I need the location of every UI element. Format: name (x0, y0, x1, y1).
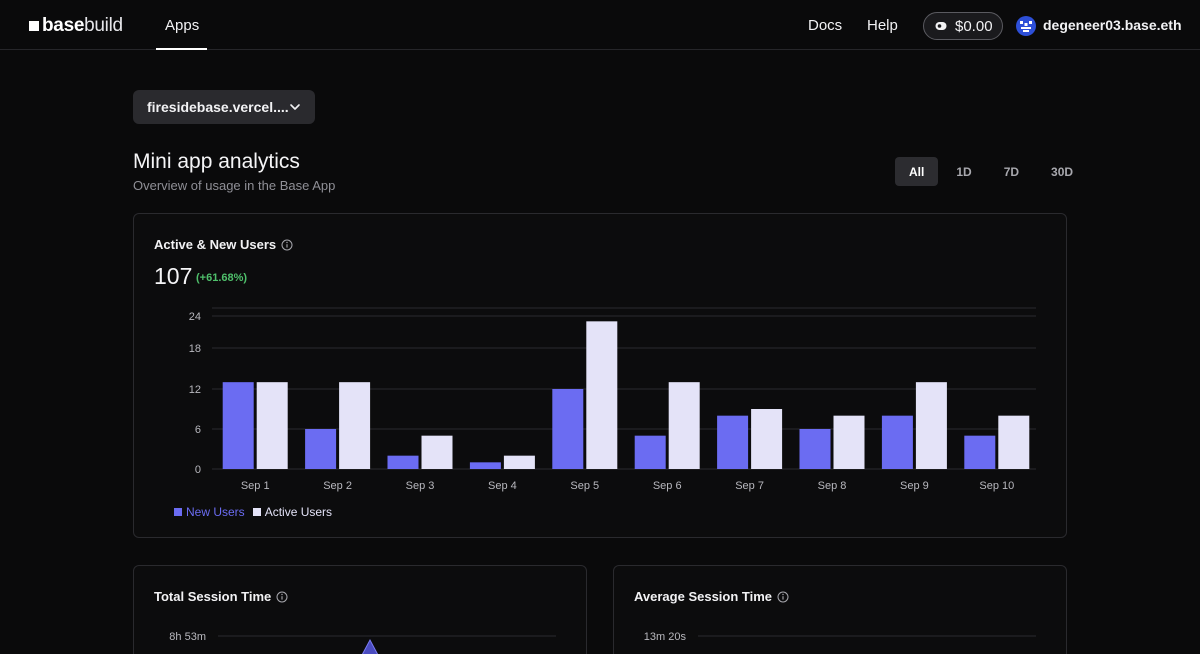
bar-active-users (833, 415, 865, 469)
wallet-balance-button[interactable]: $0.00 (923, 12, 1003, 40)
page-title: Mini app analytics (133, 150, 300, 173)
x-tick-label: Sep 3 (406, 480, 435, 492)
bar-active-users (339, 382, 371, 469)
legend-item-active-users[interactable]: Active Users (252, 505, 333, 519)
avatar-pattern-icon (1020, 21, 1032, 32)
bar-new-users (387, 455, 419, 469)
x-tick-label: Sep 6 (653, 480, 682, 492)
tab-30d[interactable]: 30D (1037, 157, 1087, 186)
y-tick-label: 24 (189, 311, 201, 323)
active-new-users-card: Active & New Users 107 (+61.68%) 0 6 12 18 2… (133, 213, 1067, 538)
app-selector-dropdown[interactable]: firesidebase.vercel.... (133, 90, 315, 124)
page-subtitle: Overview of usage in the Base App (133, 178, 336, 193)
users-bar-chart: 0 6 12 18 24 Sep 1 Sep 2 Sep 3 Sep 4 Sep 5 Sep 6 Se… (189, 307, 1036, 492)
bar-active-users (998, 415, 1030, 469)
top-navigation-bar: base build Apps Docs Help $0.00 degeneer… (0, 0, 1200, 50)
nav-link-apps[interactable]: Apps (165, 17, 199, 34)
bar-active-users (751, 409, 783, 469)
bar-new-users (469, 462, 501, 469)
nav-link-docs[interactable]: Docs (808, 17, 842, 34)
y-tick-label: 6 (195, 424, 201, 436)
legend-swatch-active-users (252, 508, 261, 516)
average-session-time-chart: 13m 20s (644, 631, 1036, 643)
y-tick-label: 8h 53m (169, 631, 206, 643)
time-range-tabs: All 1D 7D 30D (895, 157, 1087, 186)
average-session-time-card: Average Session Time 13m 20s (613, 565, 1067, 654)
tab-7d[interactable]: 7D (990, 157, 1033, 186)
avatar[interactable] (1016, 16, 1036, 36)
bar-active-users (668, 382, 700, 469)
bar-new-users (634, 435, 666, 469)
bar-active-users (915, 382, 947, 469)
logo-text-build: build (84, 15, 123, 36)
bar-new-users (305, 429, 337, 469)
bar-new-users (552, 389, 584, 469)
x-tick-label: Sep 4 (488, 480, 517, 492)
bar-active-users (586, 321, 618, 469)
x-tick-label: Sep 10 (979, 480, 1014, 492)
tab-1d[interactable]: 1D (942, 157, 985, 186)
chart-legend: New Users Active Users (174, 505, 332, 519)
y-tick-label: 18 (189, 343, 201, 355)
bar-active-users (256, 382, 288, 469)
session-area-peak (361, 638, 379, 654)
tab-all[interactable]: All (895, 157, 939, 186)
y-tick-label: 12 (189, 384, 201, 396)
bar-new-users (881, 415, 913, 469)
total-session-time-chart: 8h 53m (169, 631, 556, 654)
x-tick-label: Sep 9 (900, 480, 929, 492)
total-session-time-card: Total Session Time 8h 53m (133, 565, 587, 654)
x-tick-label: Sep 2 (323, 480, 352, 492)
bar-new-users (964, 435, 996, 469)
app-selector-value: firesidebase.vercel.... (147, 99, 289, 115)
account-username[interactable]: degeneer03.base.eth (1043, 17, 1182, 33)
x-tick-label: Sep 8 (818, 480, 847, 492)
x-tick-label: Sep 5 (570, 480, 599, 492)
bar-new-users (717, 415, 749, 469)
nav-link-help[interactable]: Help (867, 17, 898, 34)
legend-item-new-users[interactable]: New Users (174, 505, 245, 519)
legend-label-new-users: New Users (186, 505, 245, 519)
wallet-balance-value: $0.00 (955, 17, 993, 35)
legend-swatch-new-users (174, 508, 182, 516)
bar-active-users (421, 435, 453, 469)
bar-new-users (799, 429, 831, 469)
bar-active-users (503, 455, 535, 469)
wallet-icon (935, 22, 947, 30)
logo-text-base: base (42, 15, 85, 36)
x-tick-label: Sep 7 (735, 480, 764, 492)
legend-label-active-users: Active Users (264, 505, 333, 519)
logo-square-icon (29, 21, 39, 31)
y-tick-label: 0 (195, 464, 201, 476)
base-build-logo[interactable]: base build (29, 15, 123, 36)
bar-new-users (222, 382, 254, 469)
x-tick-label: Sep 1 (241, 480, 270, 492)
active-nav-indicator (156, 48, 207, 50)
y-tick-label: 13m 20s (644, 631, 687, 643)
chevron-down-icon (290, 104, 300, 110)
